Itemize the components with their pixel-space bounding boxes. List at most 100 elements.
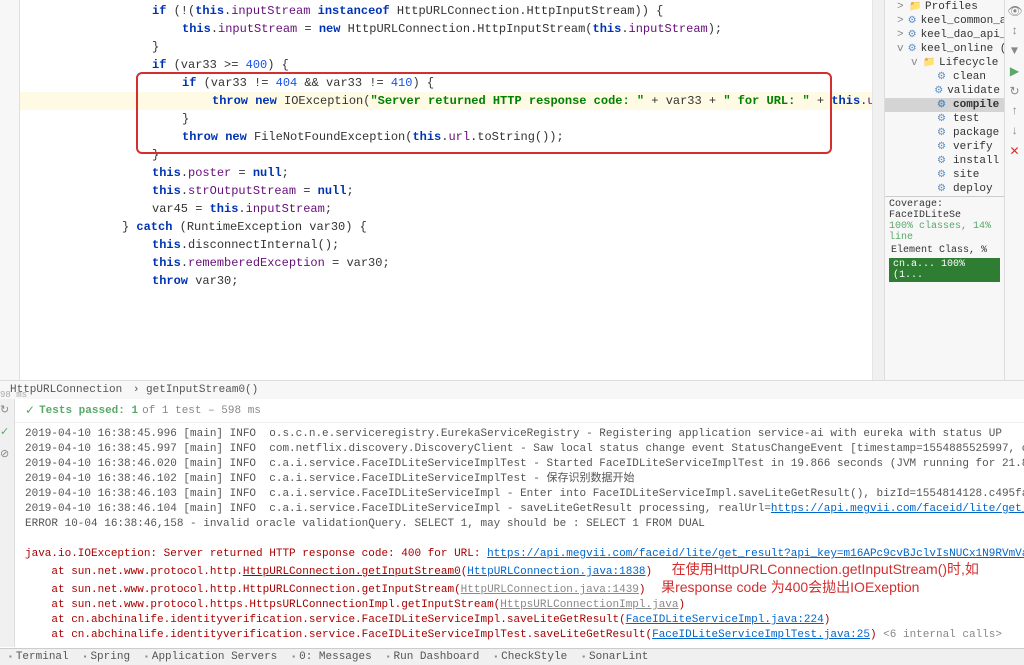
tree-item-compile[interactable]: ⚙compile	[885, 98, 1004, 112]
code-line[interactable]: this.rememberedException = var30;	[20, 254, 872, 272]
refresh-icon[interactable]: ↻	[1008, 84, 1022, 98]
code-line[interactable]: this.disconnectInternal();	[20, 236, 872, 254]
tree-item-clean[interactable]: ⚙clean	[885, 70, 1004, 84]
bottom-tab[interactable]: ▪Run Dashboard	[386, 651, 480, 663]
editor-gutter	[0, 0, 20, 380]
rerun-icon[interactable]: ↻	[0, 403, 14, 417]
expand-arrow-icon[interactable]: >	[897, 29, 904, 41]
code-line[interactable]: }	[20, 38, 872, 56]
bottom-tab[interactable]: ▪SonarLint	[581, 651, 648, 663]
gear-icon: ⚙	[937, 71, 949, 83]
code-line[interactable]: if (var33 != 404 && var33 != 410) {	[20, 74, 872, 92]
console-line[interactable]	[25, 532, 1024, 547]
code-line[interactable]: var45 = this.inputStream;	[20, 200, 872, 218]
filter-icon[interactable]: ⊘	[0, 447, 14, 461]
run-icon[interactable]: ▶	[1008, 64, 1022, 78]
bottom-toolbar[interactable]: ▪Terminal ▪Spring ▪Application Servers ▪0: …	[0, 648, 1024, 665]
tree-item-validate[interactable]: ⚙validate	[885, 84, 1004, 98]
tree-item-install[interactable]: ⚙install	[885, 154, 1004, 168]
tab-icon: ▪	[291, 653, 296, 662]
code-line[interactable]: throw new FileNotFoundException(this.url…	[20, 128, 872, 146]
tree-item-deploy[interactable]: ⚙deploy	[885, 182, 1004, 196]
tree-item-keel-common-api-[interactable]: >⚙keel_common_api_	[885, 14, 1004, 28]
tab-icon: ▪	[493, 653, 498, 662]
code-line[interactable]: }	[20, 146, 872, 164]
filter-icon[interactable]: ▼	[1008, 44, 1022, 58]
console-line[interactable]: 2019-04-10 16:38:45.997 [main] INFO com.…	[25, 442, 1024, 457]
console-line[interactable]: 2019-04-10 16:38:45.996 [main] INFO o.s.…	[25, 427, 1024, 442]
breadcrumb-method[interactable]: getInputStream0()	[146, 384, 258, 396]
bottom-tab[interactable]: ▪CheckStyle	[493, 651, 567, 663]
tab-icon: ▪	[581, 653, 586, 662]
check-icon[interactable]: ✓	[0, 425, 14, 439]
tree-item-verify[interactable]: ⚙verify	[885, 140, 1004, 154]
maven-panel[interactable]: >📁Profiles>⚙keel_common_api_>⚙keel_dao_a…	[884, 0, 1004, 380]
time-marker: 98 ms	[0, 390, 27, 400]
console-line[interactable]: 2019-04-10 16:38:46.020 [main] INFO c.a.…	[25, 457, 1024, 472]
console-line[interactable]: java.io.IOException: Server returned HTT…	[25, 547, 1024, 562]
tests-passed-icon: ✓	[25, 403, 35, 418]
code-line[interactable]: if (var33 >= 400) {	[20, 56, 872, 74]
console-line[interactable]: 2019-04-10 16:38:46.102 [main] INFO c.a.…	[25, 472, 1024, 487]
console-line[interactable]: 2019-04-10 16:38:46.103 [main] INFO c.a.…	[25, 487, 1024, 502]
expand-arrow-icon[interactable]: >	[897, 1, 905, 13]
bottom-tab[interactable]: ▪Terminal	[8, 651, 69, 663]
tree-item-profiles[interactable]: >📁Profiles	[885, 0, 1004, 14]
console-line[interactable]: at cn.abchinalife.identityverification.s…	[25, 613, 1024, 628]
tests-status-bar: ✓ Tests passed: 1 of 1 test – 598 ms	[15, 399, 1024, 423]
code-line[interactable]: throw new IOException("Server returned H…	[20, 92, 872, 110]
bottom-tab[interactable]: ▪0: Messages	[291, 651, 371, 663]
console-line[interactable]: at sun.net.www.protocol.http.HttpURLConn…	[25, 562, 1024, 580]
code-line[interactable]: if (!(this.inputStream instanceof HttpUR…	[20, 2, 872, 20]
gear-icon: ⚙	[937, 183, 949, 195]
editor-scrollbar[interactable]	[872, 0, 884, 380]
close-icon[interactable]: ✕	[1008, 144, 1022, 158]
expand-arrow-icon[interactable]: v	[897, 43, 904, 55]
coverage-summary: 100% classes, 14% line	[889, 221, 1000, 243]
console-output[interactable]: 2019-04-10 16:38:45.996 [main] INFO o.s.…	[15, 423, 1024, 647]
console-line[interactable]: 2019-04-10 16:38:46.104 [main] INFO c.a.…	[25, 502, 1024, 517]
tree-item-test[interactable]: ⚙test	[885, 112, 1004, 126]
up-icon[interactable]: ↑	[1008, 104, 1022, 118]
code-line[interactable]: throw var30;	[20, 272, 872, 290]
tree-item-keel-dao-api-online[interactable]: >⚙keel_dao_api_online	[885, 28, 1004, 42]
expand-arrow-icon[interactable]: v	[911, 57, 919, 69]
tab-icon: ▪	[144, 653, 149, 662]
coverage-row[interactable]: cn.a... 100% (1...	[889, 258, 1000, 282]
gear-icon: ⚙	[937, 127, 949, 139]
folder-icon: 📁	[909, 1, 921, 13]
console-line[interactable]: ERROR 10-04 16:38:46,158 - invalid oracl…	[25, 517, 1024, 532]
tab-icon: ▪	[386, 653, 391, 662]
expand-icon[interactable]: ↕	[1008, 24, 1022, 38]
right-toolbar: 👁 ↕ ▼ ▶ ↻ ↑ ↓ ✕	[1004, 0, 1024, 380]
folder-icon: 📁	[923, 57, 935, 69]
gear-icon: ⚙	[908, 43, 917, 55]
console-line[interactable]: at cn.abchinalife.identityverification.s…	[25, 628, 1024, 643]
coverage-panel: Coverage: FaceIDLiteSe 100% classes, 14%…	[885, 196, 1004, 284]
down-icon[interactable]: ↓	[1008, 124, 1022, 138]
tests-detail: of 1 test – 598 ms	[142, 405, 261, 417]
bottom-tab[interactable]: ▪Spring	[83, 651, 130, 663]
tree-item-keel-online--root-[interactable]: v⚙keel_online (root)	[885, 42, 1004, 56]
console-line[interactable]: at sun.net.www.protocol.http.HttpURLConn…	[25, 580, 1024, 598]
code-line[interactable]: this.inputStream = new HttpURLConnection…	[20, 20, 872, 38]
code-line[interactable]: this.strOutputStream = null;	[20, 182, 872, 200]
bottom-tab[interactable]: ▪Application Servers	[144, 651, 277, 663]
code-line[interactable]: this.poster = null;	[20, 164, 872, 182]
expand-arrow-icon[interactable]: >	[897, 15, 904, 27]
tree-item-site[interactable]: ⚙site	[885, 168, 1004, 182]
code-editor[interactable]: if (!(this.inputStream instanceof HttpUR…	[20, 0, 872, 380]
gear-icon: ⚙	[934, 85, 943, 97]
console-line[interactable]: at sun.net.www.protocol.https.HttpsURLCo…	[25, 598, 1024, 613]
code-line[interactable]: } catch (RuntimeException var30) {	[20, 218, 872, 236]
gear-icon: ⚙	[937, 99, 949, 111]
breadcrumb[interactable]: HttpURLConnection › getInputStream0()	[0, 380, 1024, 399]
show-icon[interactable]: 👁	[1008, 4, 1022, 18]
tree-item-lifecycle[interactable]: v📁Lifecycle	[885, 56, 1004, 70]
tab-icon: ▪	[83, 653, 88, 662]
gear-icon: ⚙	[937, 141, 949, 153]
code-line[interactable]: }	[20, 110, 872, 128]
tree-item-package[interactable]: ⚙package	[885, 126, 1004, 140]
tab-icon: ▪	[8, 653, 13, 662]
test-toolbar: ↻ ✓ ⊘	[0, 399, 15, 647]
